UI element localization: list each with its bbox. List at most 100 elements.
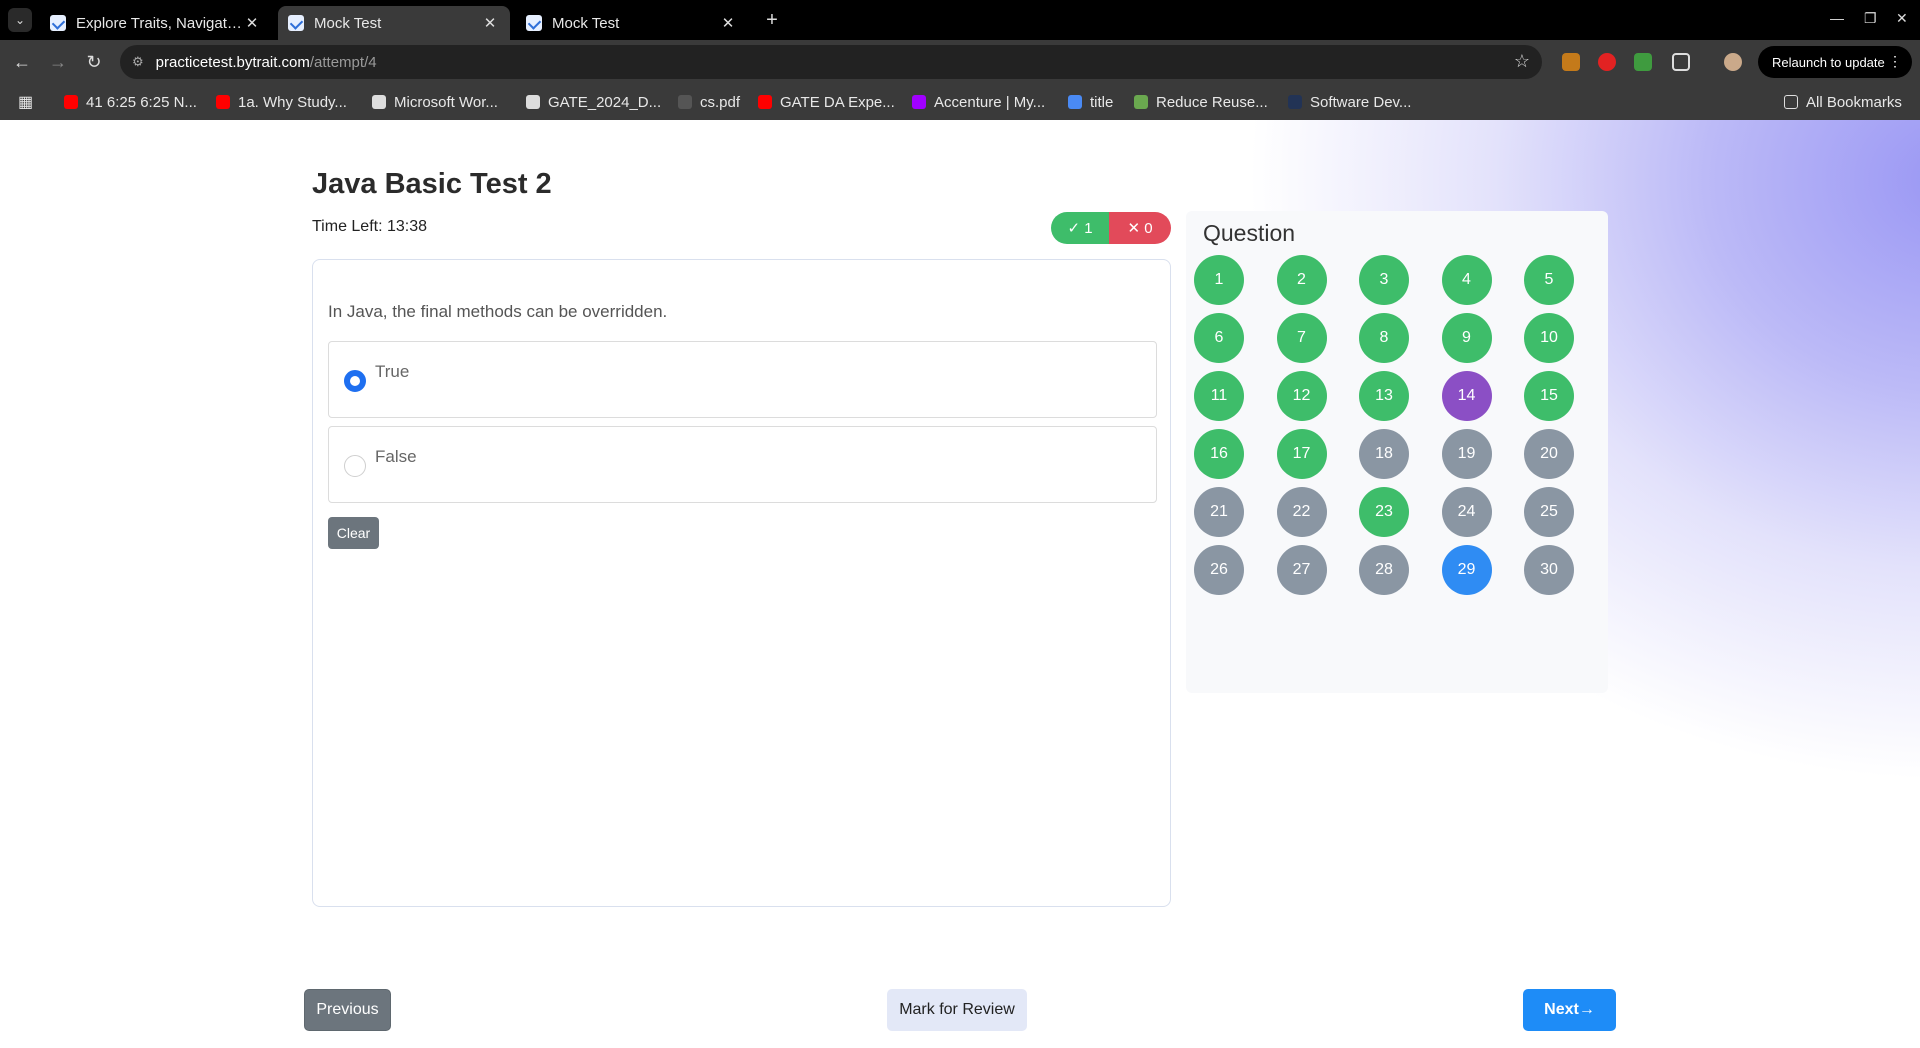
all-bookmarks-button[interactable]: All Bookmarks [1784,93,1902,111]
close-icon[interactable]: ✕ [242,14,262,32]
question-bubble-11[interactable]: 11 [1194,371,1244,421]
question-bubble-19[interactable]: 19 [1441,429,1492,479]
forward-arrow-icon[interactable]: → [46,50,70,74]
question-bubble-24[interactable]: 24 [1441,487,1492,537]
question-bubble-25[interactable]: 25 [1524,487,1574,537]
question-bubble-10[interactable]: 10 [1524,313,1574,363]
clear-button[interactable]: Clear [328,517,379,549]
next-button[interactable]: Next→ [1523,989,1616,1031]
question-bubble-8[interactable]: 8 [1359,313,1409,363]
bookmark-favicon-icon [526,95,540,109]
previous-button[interactable]: Previous [304,989,391,1031]
extension-record-icon[interactable] [1598,53,1616,71]
question-bubble-27[interactable]: 27 [1276,545,1327,595]
mark-for-review-button[interactable]: Mark for Review [887,989,1027,1031]
question-bubble-16[interactable]: 16 [1194,429,1244,479]
bookmark-item[interactable]: title [1068,93,1113,111]
bookmark-item[interactable]: cs.pdf [678,93,740,111]
question-bubble-9[interactable]: 9 [1441,313,1492,363]
question-bubble-7[interactable]: 7 [1276,313,1327,363]
question-bubble-29[interactable]: 29 [1441,545,1492,595]
bookmark-favicon-icon [1288,95,1302,109]
question-bubble-15[interactable]: 15 [1524,371,1574,421]
question-bubble-4[interactable]: 4 [1441,255,1492,305]
test-page: Java Basic Test 2 Time Left: 13:38 ✓ 1 ✕… [0,120,1920,1048]
question-bubble-13[interactable]: 13 [1359,371,1409,421]
reload-icon[interactable]: ↻ [82,50,106,74]
question-bubble-18[interactable]: 18 [1359,429,1409,479]
check-icon: ✓ [1067,220,1085,237]
bookmark-label: 1a. Why Study... [238,93,347,111]
relaunch-button[interactable]: Relaunch to update ⋮ [1758,46,1912,78]
new-tab-plus-icon[interactable]: + [760,8,784,32]
bookmark-label: 41 6:25 6:25 N... [86,93,197,111]
extension-chart-icon[interactable] [1634,53,1652,71]
time-left: Time Left: 13:38 [312,218,428,235]
palette-title: Question [1203,220,1296,246]
apps-grid-icon[interactable]: ▦ [18,93,33,111]
question-bubble-3[interactable]: 3 [1359,255,1409,305]
window-close-icon[interactable]: ✕ [1896,10,1908,27]
option-radio[interactable] [344,370,366,392]
folder-icon [1784,95,1798,109]
question-bubble-14[interactable]: 14 [1441,371,1492,421]
bookmark-item[interactable]: 1a. Why Study... [216,93,347,111]
bookmark-item[interactable]: GATE_2024_D... [526,93,661,111]
question-bubble-20[interactable]: 20 [1524,429,1574,479]
address-bar[interactable]: ⚙ practicetest.bytrait.com/attempt/4 ☆ [120,45,1542,79]
bookmark-item[interactable]: Accenture | My... [912,93,1045,111]
option-false[interactable]: False [328,426,1157,503]
back-arrow-icon[interactable]: ← [10,50,34,74]
bookmark-star-icon[interactable]: ☆ [1514,51,1530,72]
bookmark-item[interactable]: 41 6:25 6:25 N... [64,93,197,111]
option-true[interactable]: True [328,341,1157,418]
bookmark-item[interactable]: GATE DA Expe... [758,93,895,111]
page-title: Java Basic Test 2 [312,168,552,200]
question-bubble-2[interactable]: 2 [1276,255,1327,305]
url-path: /attempt/4 [309,53,377,71]
site-info-icon[interactable]: ⚙ [132,54,144,70]
bookmark-favicon-icon [678,95,692,109]
extension-icon[interactable] [1562,53,1580,71]
browser-tab-bar: ⌄ Explore Traits, Navigate C ✕ Mock Test… [0,0,1920,40]
footer-nav: Previous Mark for Review Next→ [288,976,1632,1048]
option-radio[interactable] [344,455,366,477]
question-card: In Java, the final methods can be overri… [312,259,1171,907]
question-bubble-17[interactable]: 17 [1276,429,1327,479]
tab-mock-test[interactable]: Mock Test ✕ [516,6,748,40]
minimize-icon[interactable]: — [1830,10,1844,26]
question-bubble-30[interactable]: 30 [1524,545,1574,595]
question-bubble-28[interactable]: 28 [1359,545,1409,595]
bookmark-favicon-icon [1134,95,1148,109]
tab-search-icon[interactable]: ⌄ [8,8,32,32]
bookmark-item[interactable]: Software Dev... [1288,93,1411,111]
bytrait-favicon-icon [288,15,304,31]
question-bubble-6[interactable]: 6 [1194,313,1244,363]
browser-toolbar: ← → ↻ ⚙ practicetest.bytrait.com/attempt… [0,40,1920,84]
close-icon[interactable]: ✕ [480,14,500,32]
question-bubble-5[interactable]: 5 [1524,255,1574,305]
bookmark-label: Microsoft Wor... [394,93,498,111]
bookmark-favicon-icon [912,95,926,109]
bookmark-label: Reduce Reuse... [1156,93,1268,111]
all-bookmarks-label: All Bookmarks [1806,93,1902,111]
score-badge: ✓ 1 ✕ 0 [1051,212,1171,244]
question-text: In Java, the final methods can be overri… [328,302,668,321]
question-bubble-12[interactable]: 12 [1276,371,1327,421]
extensions-puzzle-icon[interactable] [1672,53,1690,71]
tab-explore-traits[interactable]: Explore Traits, Navigate C ✕ [40,6,272,40]
question-bubble-1[interactable]: 1 [1194,255,1244,305]
bookmark-item[interactable]: Microsoft Wor... [372,93,498,111]
question-bubble-22[interactable]: 22 [1276,487,1327,537]
close-icon[interactable]: ✕ [718,14,738,32]
profile-avatar[interactable] [1724,53,1742,71]
question-bubble-26[interactable]: 26 [1194,545,1244,595]
bookmark-item[interactable]: Reduce Reuse... [1134,93,1268,111]
tab-title: Explore Traits, Navigate C [76,14,242,32]
restore-icon[interactable]: ❐ [1864,10,1877,27]
question-bubble-23[interactable]: 23 [1359,487,1409,537]
bookmark-label: Accenture | My... [934,93,1046,111]
tab-mock-test-active[interactable]: Mock Test ✕ [278,6,510,40]
menu-dots-icon[interactable]: ⋮ [1888,53,1902,70]
question-bubble-21[interactable]: 21 [1194,487,1244,537]
